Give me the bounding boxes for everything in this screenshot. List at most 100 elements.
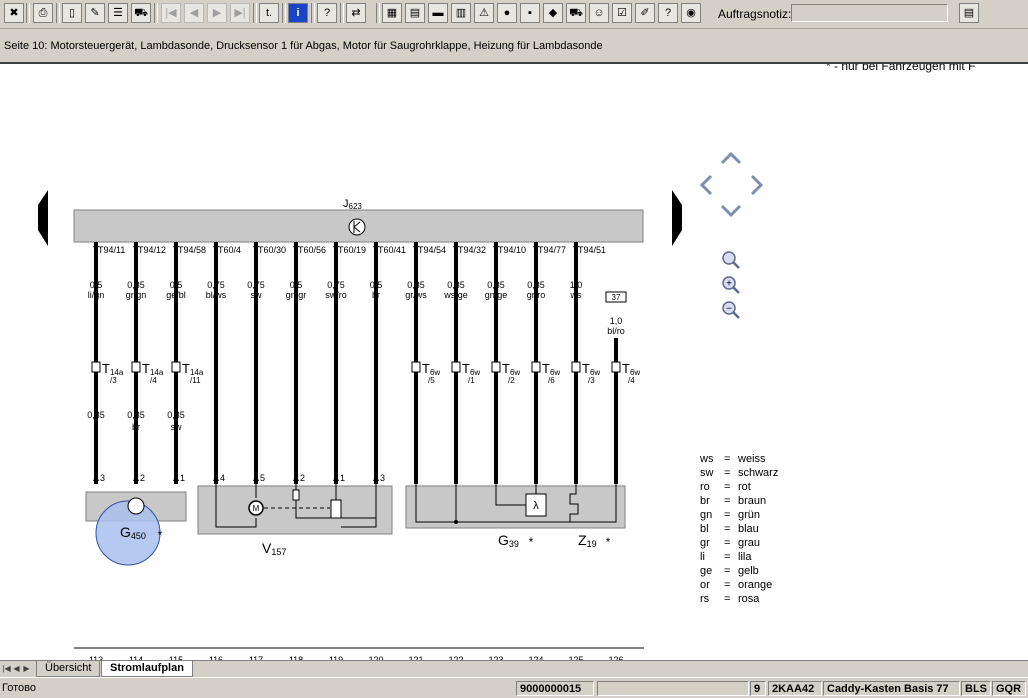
component-star-g450: *: [158, 528, 163, 542]
first-page-icon[interactable]: |◀: [161, 3, 181, 23]
status-empty-field: [597, 681, 749, 696]
legend-key: ro: [700, 481, 710, 493]
connector-symbol: [611, 361, 621, 373]
legend-row: ro = rot: [700, 480, 778, 494]
gallery-icon[interactable]: ▤: [405, 3, 425, 23]
exit-icon[interactable]: ✖: [4, 3, 24, 23]
wire-size: 0,35: [407, 280, 425, 290]
toolbar-separator: [56, 3, 60, 23]
legend-key: br: [700, 495, 710, 507]
book-icon[interactable]: ▬: [428, 3, 448, 23]
tab-first-icon[interactable]: |◀: [2, 662, 11, 675]
component-label-z19: Z19: [578, 532, 597, 549]
wire-color-lower: br: [132, 422, 140, 432]
toolbar-separator: [311, 3, 315, 23]
legend-equals: =: [724, 481, 731, 493]
legend-value: braun: [738, 495, 767, 507]
pan-left-icon[interactable]: [699, 174, 713, 196]
print-icon[interactable]: ⎙: [33, 3, 53, 23]
resistor-icon: [330, 499, 342, 519]
next-page-arrow-icon[interactable]: [672, 190, 682, 246]
jump-icon[interactable]: t.: [259, 3, 279, 23]
toolbar-separator: [376, 3, 380, 23]
save-icon[interactable]: ▪: [520, 3, 540, 23]
tab-next-icon[interactable]: ▶: [22, 662, 31, 675]
end-pin-label: 1: [340, 473, 345, 483]
last-page-icon[interactable]: ▶|: [230, 3, 250, 23]
prev-page-icon[interactable]: ◀: [184, 3, 204, 23]
wire-size: 1,0: [570, 280, 583, 290]
control-unit-ground-icon: [348, 218, 366, 236]
notepad-icon[interactable]: ▤: [959, 3, 979, 23]
car-icon[interactable]: ⛟: [131, 3, 151, 23]
wire-pin-label: T94/54: [418, 245, 446, 255]
tab-prev-icon[interactable]: ◀: [12, 662, 21, 675]
globe-icon[interactable]: ●: [497, 3, 517, 23]
warning-icon[interactable]: ⚠: [474, 3, 494, 23]
notes-icon[interactable]: ✐: [635, 3, 655, 23]
end-pin-label: 1: [180, 473, 185, 483]
control-unit-label: J623: [343, 198, 362, 211]
vehicle-icon[interactable]: ⛟: [566, 3, 586, 23]
wire-color: gr/ro: [527, 290, 546, 300]
wire-pin-label: T94/51: [578, 245, 606, 255]
connector-label: T6w: [422, 361, 440, 377]
legend-value: gelb: [738, 565, 759, 577]
pan-down-icon[interactable]: [720, 204, 742, 218]
swap-icon[interactable]: ⇄: [346, 3, 366, 23]
pan-right-icon[interactable]: [750, 174, 764, 196]
wire-color: ws/ge: [443, 290, 468, 300]
connector-pin: /4: [628, 376, 635, 385]
order-note-label: Auftragsnotiz:: [718, 7, 792, 21]
junction-dot: [454, 520, 458, 524]
connector-symbol: [131, 361, 141, 373]
legend-row: gr = grau: [700, 536, 778, 550]
wire-pin-label: T94/11: [98, 245, 125, 255]
next-page-icon[interactable]: ▶: [207, 3, 227, 23]
title-bar: Seite 10: Motorsteuergerät, Lambdasonde,…: [0, 29, 1028, 64]
question-icon[interactable]: ?: [658, 3, 678, 23]
wire-color: gn/gr: [286, 290, 307, 300]
wire-color: gr/gn: [126, 290, 147, 300]
legend-equals: =: [724, 593, 731, 605]
status-engine-code: 2KAA42: [768, 681, 822, 696]
tag-icon[interactable]: ◆: [543, 3, 563, 23]
tab-overview[interactable]: Übersicht: [36, 661, 101, 677]
end-pin-label: 4: [220, 473, 225, 483]
wire-pin-label: T60/56: [298, 245, 326, 255]
edit-doc-icon[interactable]: ✎: [85, 3, 105, 23]
user-help-icon[interactable]: ☺: [589, 3, 609, 23]
info-icon[interactable]: i: [288, 3, 308, 23]
end-pin-label: 2: [140, 473, 145, 483]
legend-row: ws = weiss: [700, 452, 778, 466]
tab-wiring-diagram[interactable]: Stromlaufplan: [101, 661, 193, 677]
legend-equals: =: [724, 537, 731, 549]
legend-equals: =: [724, 551, 731, 563]
wire-size: 0,75: [207, 280, 225, 290]
wire-pin-label: T94/77: [538, 245, 566, 255]
status-code-1: BLS: [961, 681, 991, 696]
order-note-field[interactable]: [791, 4, 948, 22]
table-icon[interactable]: ▥: [451, 3, 471, 23]
status-bar: Готово 9000000015 9 2KAA42 Caddy-Kasten …: [0, 677, 1028, 698]
help-icon[interactable]: ?: [317, 3, 337, 23]
legend-value: schwarz: [738, 467, 779, 479]
prev-page-arrow-icon[interactable]: [38, 190, 48, 246]
connector-pin: /2: [508, 376, 515, 385]
legend-value: grün: [738, 509, 761, 521]
zoom-out-icon-sign: −: [726, 304, 732, 315]
sphere-icon[interactable]: ◉: [681, 3, 701, 23]
checklist-icon[interactable]: ☑: [612, 3, 632, 23]
wire-size: 1,0: [610, 316, 623, 326]
components-icon[interactable]: ▦: [382, 3, 402, 23]
zoom-icon-handle: [732, 261, 740, 269]
wire-size: 0,35: [487, 280, 505, 290]
new-doc-icon[interactable]: ▯: [62, 3, 82, 23]
zoom-out-icon-handle: [732, 311, 740, 319]
pan-up-icon[interactable]: [720, 151, 742, 165]
wire-color: br: [372, 290, 380, 300]
connector-label: T14a: [102, 361, 124, 377]
doc-list-icon[interactable]: ☰: [108, 3, 128, 23]
toolbar-separator: [154, 3, 158, 23]
wire-pin-label: T94/58: [178, 245, 206, 255]
